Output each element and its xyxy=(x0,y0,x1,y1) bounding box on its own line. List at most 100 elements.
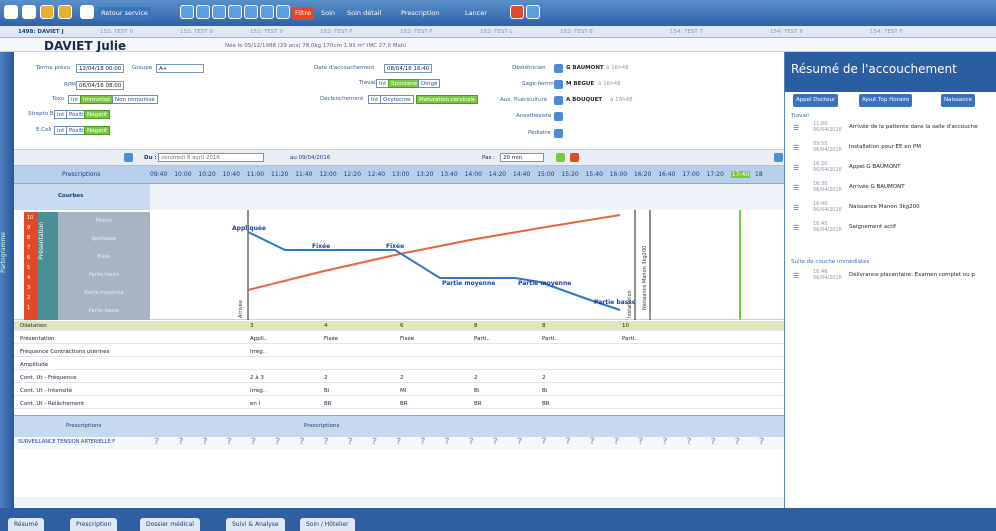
travail-spontane[interactable]: Spontané xyxy=(388,79,421,88)
tab-resume[interactable]: Résumé xyxy=(8,518,45,531)
filtre-button[interactable]: Filtre xyxy=(292,7,314,20)
table-cell[interactable]: Bi xyxy=(324,386,329,396)
soin-detail-button[interactable]: Soin détail xyxy=(344,7,384,20)
groupe-select[interactable]: A+ xyxy=(156,64,204,73)
list-item[interactable]: ☰ 16:45 06/04/2016 Saignement actif xyxy=(793,221,996,235)
print-icon[interactable] xyxy=(526,5,540,19)
table-cell[interactable]: BR xyxy=(542,399,550,409)
date-select[interactable]: vendredi 8 avril 2016 xyxy=(158,153,264,162)
group-icon[interactable] xyxy=(58,5,72,19)
prescription-slot[interactable]: ? xyxy=(420,437,425,447)
delete-icon[interactable] xyxy=(570,153,579,162)
table-cell[interactable]: 4 xyxy=(324,321,328,331)
edit-icon[interactable] xyxy=(80,5,94,19)
table-cell[interactable]: 8 xyxy=(474,321,478,331)
strepto-negatif[interactable]: Négatif xyxy=(84,110,110,119)
terme-input[interactable]: 12/04/18 00:00 xyxy=(76,64,125,73)
tab-patient[interactable]: 152: TEST F xyxy=(320,27,353,37)
prescription-slot[interactable]: ? xyxy=(759,437,764,447)
table-cell[interactable]: Fixée xyxy=(324,334,338,344)
prescription-slot[interactable]: ? xyxy=(323,437,328,447)
search-icon[interactable] xyxy=(554,80,563,89)
list-item[interactable]: ☰ 16:46 06/04/2016 Délivrance placentaire… xyxy=(793,269,996,283)
prescription-slot[interactable]: ? xyxy=(299,437,304,447)
prescription-button[interactable]: Prescription xyxy=(398,7,442,20)
table-cell[interactable]: BR xyxy=(474,399,482,409)
table-cell[interactable]: 10 xyxy=(622,321,629,331)
tab-suivi[interactable]: Suivi & Analyse xyxy=(226,518,285,531)
prescription-slot[interactable]: ? xyxy=(178,437,183,447)
prescription-slot[interactable]: ? xyxy=(275,437,280,447)
naissance-button[interactable]: Naissance xyxy=(941,94,976,107)
prescription-slot[interactable]: ? xyxy=(348,437,353,447)
soin-button[interactable]: Soin xyxy=(318,7,338,20)
table-cell[interactable]: Parti.. xyxy=(622,334,638,344)
add-icon[interactable] xyxy=(556,153,565,162)
table-cell[interactable]: 6 xyxy=(400,321,404,331)
table-cell[interactable]: Bi xyxy=(474,386,479,396)
prescription-slot[interactable]: ? xyxy=(541,437,546,447)
prescription-slot[interactable]: ? xyxy=(372,437,377,447)
prescription-slot[interactable]: ? xyxy=(686,437,691,447)
rpm-input[interactable]: 06/04/16 08:00 xyxy=(76,81,125,90)
prescription-slot[interactable]: ? xyxy=(251,437,256,447)
prescription-row[interactable]: SURVEILLANCE TENSION ARTERIELLE F ??????… xyxy=(14,437,784,449)
table-cell[interactable]: BR xyxy=(400,399,408,409)
table-cell[interactable]: Irrég.. xyxy=(250,386,266,396)
table-cell[interactable]: Bi xyxy=(542,386,547,396)
prescription-slot[interactable]: ? xyxy=(565,437,570,447)
lancer-button[interactable]: Lancer xyxy=(462,7,490,20)
table-cell[interactable]: Mi xyxy=(400,386,406,396)
prescription-slot[interactable]: ? xyxy=(711,437,716,447)
grid-icon[interactable] xyxy=(180,5,194,19)
table-cell[interactable]: en l xyxy=(250,399,260,409)
save-icon[interactable] xyxy=(228,5,242,19)
prescription-slot[interactable]: ? xyxy=(469,437,474,447)
table-cell[interactable]: 8 xyxy=(542,321,546,331)
people-icon[interactable] xyxy=(40,5,54,19)
prescription-slot[interactable]: ? xyxy=(444,437,449,447)
tab-prescription[interactable]: Prescription xyxy=(70,518,118,531)
prescription-slot[interactable]: ? xyxy=(396,437,401,447)
declench-maturation[interactable]: Maturation cervicale xyxy=(416,95,479,104)
travail-dirige[interactable]: Dirigé xyxy=(418,79,441,88)
tab-patient[interactable]: 152: TEST 0 xyxy=(100,27,133,37)
prescription-slot[interactable]: ? xyxy=(202,437,207,447)
table-cell[interactable]: BR xyxy=(324,399,332,409)
tab-patient[interactable]: 152: TEST E xyxy=(560,27,593,37)
search-icon[interactable] xyxy=(554,129,563,138)
pas-select[interactable]: 20 min. xyxy=(500,153,544,162)
declench-ocytocine[interactable]: Ocytocine xyxy=(380,95,414,104)
table-cell[interactable]: Parti.. xyxy=(474,334,490,344)
calendar-icon[interactable] xyxy=(124,153,133,162)
help-icon[interactable] xyxy=(276,5,290,19)
toxo-non-immunise[interactable]: Non immunisé xyxy=(112,95,158,104)
table-cell[interactable]: 2 xyxy=(542,373,546,383)
ecoli-negatif[interactable]: Négatif xyxy=(84,126,110,135)
table-cell[interactable]: 2 xyxy=(474,373,478,383)
table-cell[interactable]: 2 xyxy=(324,373,328,383)
doc-icon[interactable] xyxy=(212,5,226,19)
search-icon[interactable] xyxy=(554,64,563,73)
tab-patient[interactable]: 154: TEST 7 xyxy=(670,27,703,37)
list-item[interactable]: ☰ 16:20 06/04/2016 Appel G BAUMONT xyxy=(793,161,996,175)
table-cell[interactable]: Fixée xyxy=(400,334,414,344)
chart-icon[interactable] xyxy=(244,5,258,19)
tab-patient[interactable]: 152: TEST L xyxy=(480,27,513,37)
pen-icon[interactable] xyxy=(22,5,36,19)
prescription-slot[interactable]: ? xyxy=(614,437,619,447)
table-cell[interactable]: 2 xyxy=(400,373,404,383)
date-acc-input[interactable]: 08/04/16 16:40 xyxy=(384,64,433,73)
prescription-slot[interactable]: ? xyxy=(517,437,522,447)
table-cell[interactable]: Appli.. xyxy=(250,334,267,344)
tab-patient[interactable]: 152: TEST 9 xyxy=(250,27,283,37)
table-cell[interactable]: Parti.. xyxy=(542,334,558,344)
alert-icon[interactable] xyxy=(510,5,524,19)
expand-icon[interactable] xyxy=(774,153,783,162)
prescription-slot[interactable]: ? xyxy=(227,437,232,447)
doc-icon[interactable] xyxy=(196,5,210,19)
prescription-slot[interactable]: ? xyxy=(154,437,159,447)
prescription-slot[interactable]: ? xyxy=(493,437,498,447)
list-item[interactable]: ☰ 16:40 06/04/2016 Naissance Manon 3kg200 xyxy=(793,201,996,215)
tab-soin[interactable]: Soin / Hôtelier xyxy=(300,518,355,531)
